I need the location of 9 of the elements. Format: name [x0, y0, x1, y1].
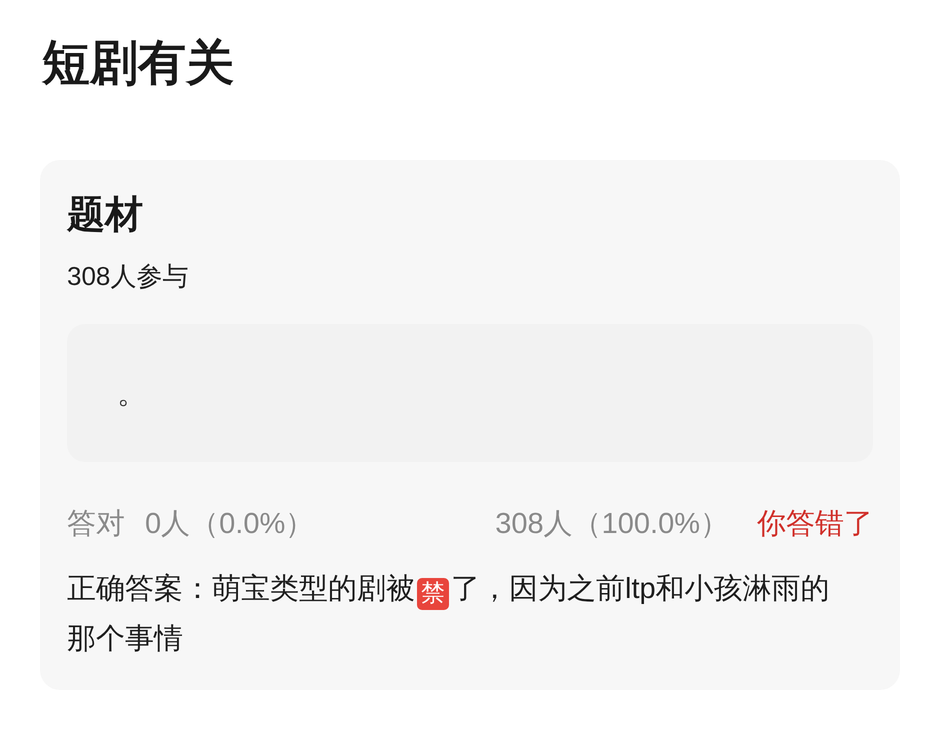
- question-title: 题材: [67, 193, 144, 238]
- correct-label: 答对: [67, 507, 125, 542]
- page-title: 短剧有关: [42, 36, 235, 92]
- wrong-count: 308人（100.0%）: [495, 507, 729, 542]
- answer-text: 正确答案：萌宝类型的剧被 禁 了，因为之前ltp和小孩淋雨的那个事情: [67, 572, 831, 657]
- answer-option[interactable]: 。: [67, 324, 873, 462]
- correct-count: 0人（0.0%）: [145, 507, 314, 542]
- participant-count: 308人参与: [67, 260, 190, 293]
- result-text: 你答错了: [757, 507, 873, 542]
